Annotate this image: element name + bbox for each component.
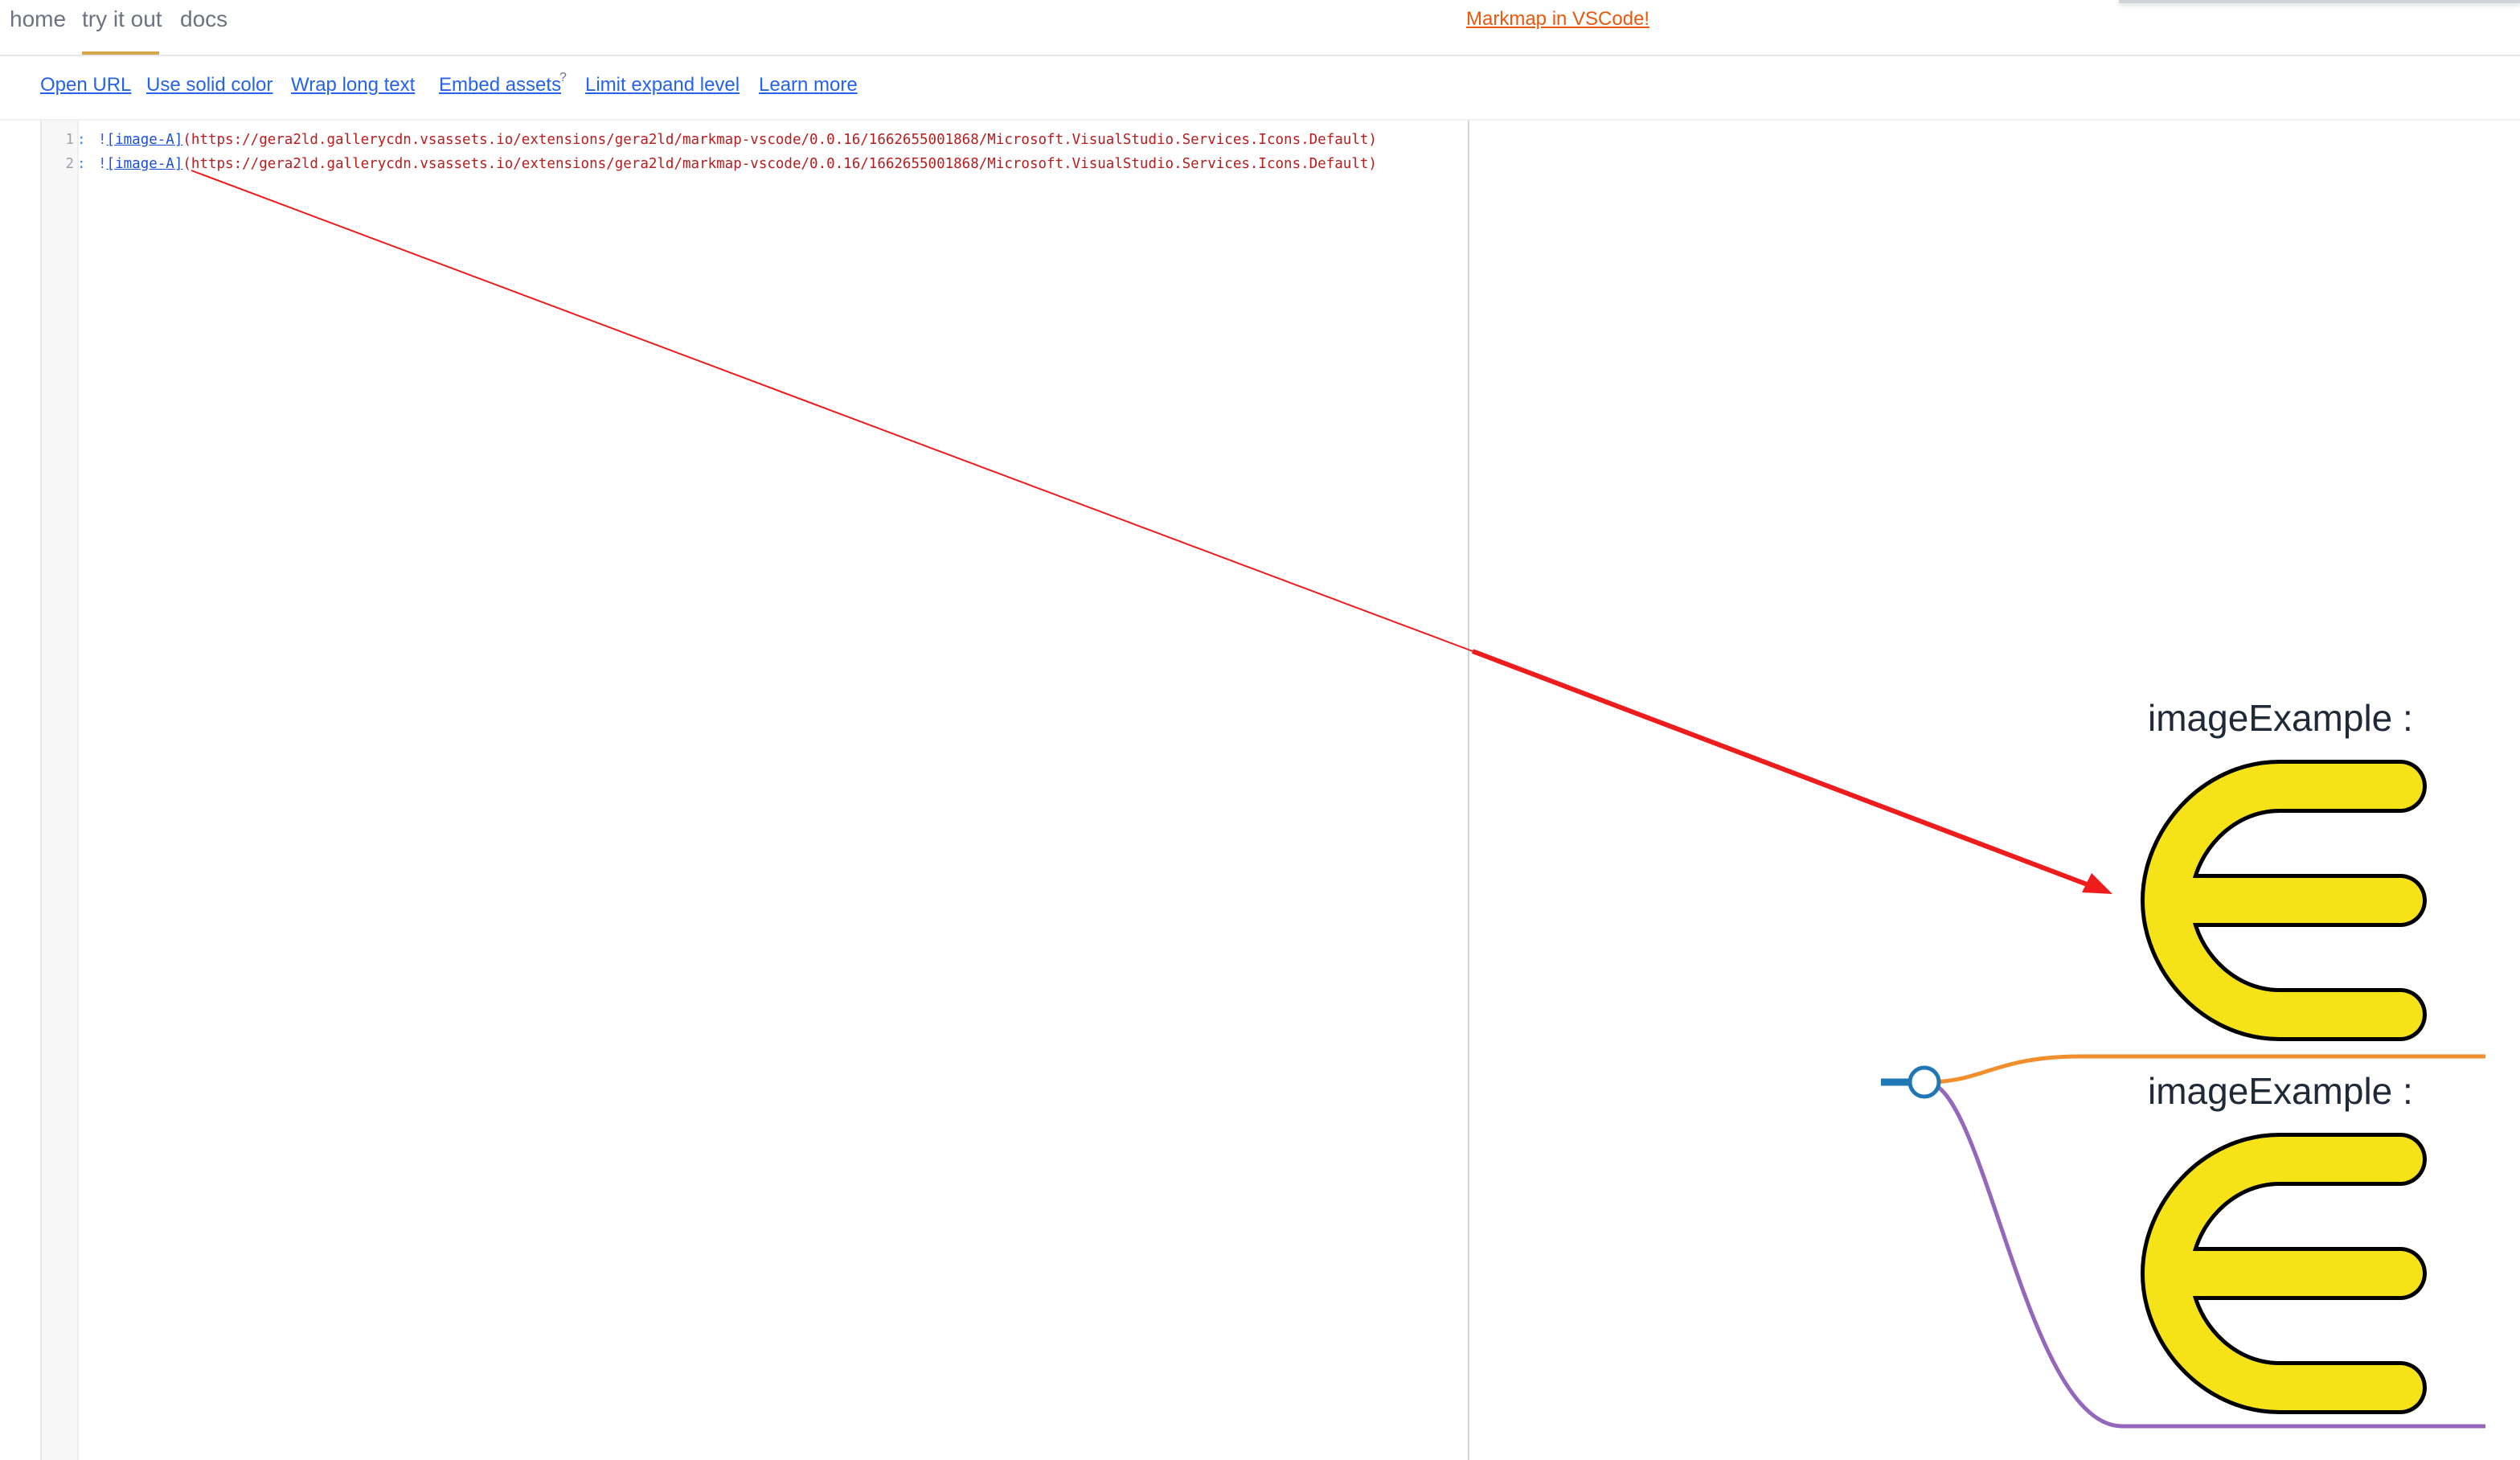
code-text: ![image-A](https://gera2ld.gallerycdn.vs… xyxy=(98,152,1377,176)
limit-expand-level-button[interactable]: Limit expand level xyxy=(585,74,740,96)
mindmap-preview[interactable]: imageExample : imageExample : xyxy=(1471,121,2520,1460)
image-url-token: (https://gera2ld.gallerycdn.vsassets.io/… xyxy=(182,156,1377,172)
nav-home-link[interactable]: home xyxy=(10,6,66,32)
markdown-editor[interactable]: 1 : ![image-A](https://gera2ld.gallerycd… xyxy=(40,121,1469,1460)
image-alt-token[interactable]: [image-A] xyxy=(107,132,183,148)
embed-assets-help-icon[interactable]: ? xyxy=(559,71,567,85)
wrap-text-toggle[interactable]: Wrap long text xyxy=(291,74,415,96)
learn-more-link[interactable]: Learn more xyxy=(759,74,858,96)
line-separator: : xyxy=(77,156,86,172)
image-alt-token[interactable]: [image-A] xyxy=(107,156,183,172)
image-url-token: (https://gera2ld.gallerycdn.vsassets.io/… xyxy=(182,132,1377,148)
line-number-gutter xyxy=(42,121,79,1460)
active-tab-indicator xyxy=(82,51,159,55)
mindmap-node-label[interactable]: imageExample : xyxy=(2148,696,2413,740)
toolbar: Open URL Use solid color Wrap long text … xyxy=(0,56,2520,121)
image-bang-token: ! xyxy=(98,156,107,172)
nav-try-it-out-link[interactable]: try it out xyxy=(82,6,162,32)
code-line[interactable]: 2 : ![image-A](https://gera2ld.gallerycd… xyxy=(42,152,1469,176)
line-number: 2 xyxy=(65,156,74,172)
vscode-promo-link[interactable]: Markmap in VSCode! xyxy=(1466,8,1649,31)
line-number: 1 xyxy=(65,132,74,148)
mindmap-node-label[interactable]: imageExample : xyxy=(2148,1069,2413,1113)
open-url-button[interactable]: Open URL xyxy=(40,74,131,96)
image-bang-token: ! xyxy=(98,132,107,148)
nav-docs-link[interactable]: docs xyxy=(180,6,227,32)
embed-assets-toggle[interactable]: Embed assets xyxy=(439,74,561,96)
popup-edge xyxy=(2119,0,2520,3)
line-separator: : xyxy=(77,132,86,148)
code-text: ![image-A](https://gera2ld.gallerycdn.vs… xyxy=(98,128,1377,152)
code-line[interactable]: 1 : ![image-A](https://gera2ld.gallerycd… xyxy=(42,128,1469,152)
top-nav: home try it out docs Markmap in VSCode! xyxy=(0,0,2520,56)
solid-color-toggle[interactable]: Use solid color xyxy=(146,74,272,96)
